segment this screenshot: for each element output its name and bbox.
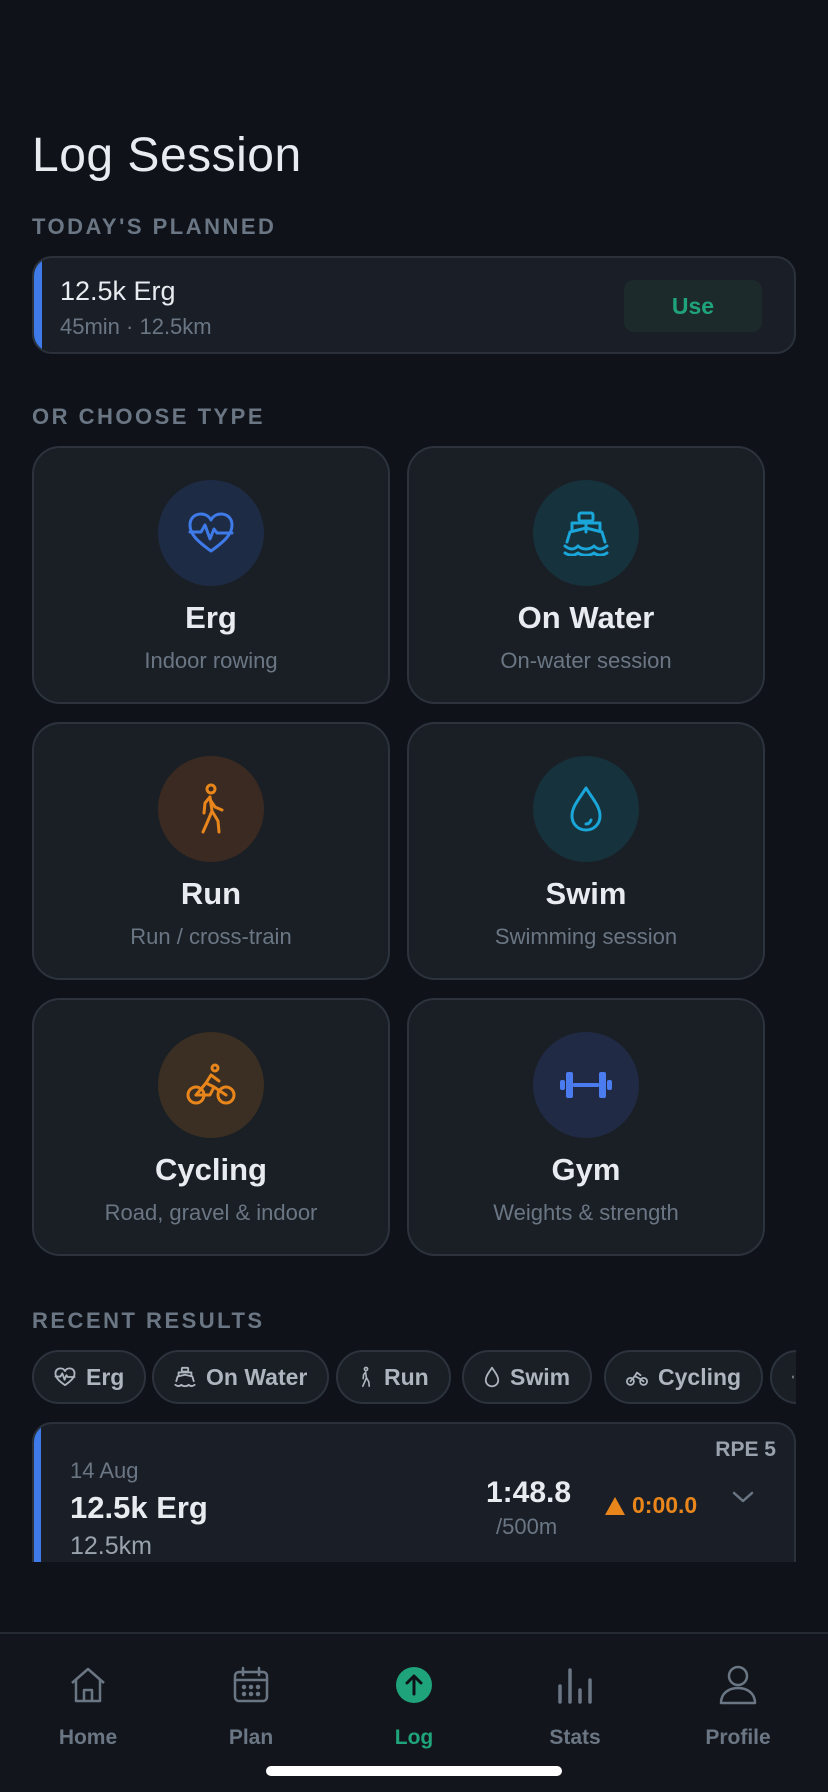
warning-triangle-icon [605,1496,625,1515]
recent-result-card[interactable]: 14 Aug 12.5k Erg 12.5km RPE 5 1:48.8 /50… [32,1422,796,1562]
water-drop-icon [533,756,639,862]
type-card-gym[interactable]: Gym Weights & strength [407,998,765,1256]
result-date: 14 Aug [70,1458,139,1483]
nav-label: Home [58,1726,118,1749]
water-drop-icon [484,1366,500,1388]
calendar-icon [191,1658,311,1712]
bicycle-icon [158,1032,264,1138]
result-split: 1:48.8 [486,1476,572,1509]
planned-session-card[interactable]: 12.5k Erg 45min · 12.5km Use [32,256,796,354]
home-icon [28,1658,148,1712]
type-card-on-water[interactable]: On Water On-water session [407,446,765,704]
type-desc: Weights & strength [493,1200,679,1225]
walking-person-icon [158,756,264,862]
bicycle-icon [626,1371,648,1386]
filter-chip-label: Erg [86,1363,125,1390]
filter-chip-label: On Water [206,1363,308,1390]
section-label-types: OR CHOOSE TYPE [32,404,266,429]
page-title: Log Session [32,129,302,182]
filter-chip-cycling[interactable]: Cycling [604,1350,764,1404]
filter-chip-swim[interactable]: Swim [462,1350,593,1404]
nav-label: Profile [705,1726,771,1749]
result-delta-value: 0:00.0 [632,1492,698,1518]
walking-person-icon [362,1366,370,1387]
nav-item-stats[interactable]: Stats [515,1658,635,1750]
planned-title: 12.5k Erg [60,276,176,306]
type-name: Run [180,876,242,911]
type-desc: Swimming session [494,924,678,949]
type-desc: Run / cross-train [130,924,292,949]
person-icon [678,1658,798,1712]
dumbbell-icon [792,1375,794,1379]
type-card-swim[interactable]: Swim Swimming session [407,722,765,980]
bar-chart-icon [515,1658,635,1712]
type-desc: On-water session [500,648,672,673]
type-name: Cycling [155,1152,267,1187]
result-distance: 12.5km [70,1532,152,1560]
boat-icon [533,480,639,586]
filter-chip-label: Cycling [658,1363,742,1390]
heart-pulse-icon [158,480,264,586]
result-rpe: RPE 5 [715,1438,776,1461]
nav-item-log[interactable]: Log [354,1658,474,1750]
type-name: Swim [545,876,627,911]
filter-chip-label: Run [384,1363,429,1390]
type-desc: Road, gravel & indoor [104,1200,318,1225]
section-label-planned: TODAY'S PLANNED [32,214,277,239]
dumbbell-icon [533,1032,639,1138]
planned-subtitle: 45min · 12.5km [60,314,212,339]
type-card-run[interactable]: Run Run / cross-train [32,722,390,980]
nav-item-profile[interactable]: Profile [678,1658,798,1750]
use-planned-button[interactable]: Use [624,280,762,332]
filter-chip-label: Swim [510,1363,571,1390]
heart-pulse-icon [54,1367,76,1387]
type-name: Erg [185,600,237,635]
filter-chip-run[interactable]: Run [336,1350,451,1404]
type-name: Gym [551,1152,621,1187]
result-accent-bar [34,1424,41,1562]
nav-label: Log [394,1726,434,1749]
nav-label: Stats [549,1726,601,1749]
nav-label: Plan [228,1726,274,1749]
chevron-down-icon[interactable] [732,1490,754,1509]
planned-accent-bar [34,258,42,352]
nav-item-home[interactable]: Home [28,1658,148,1750]
filter-chip-row: Erg On Water Run Swim Cycling [32,1350,796,1406]
home-indicator [266,1766,562,1776]
result-split-unit: /500m [496,1514,558,1539]
filter-chip-erg[interactable]: Erg [32,1350,147,1404]
nav-item-plan[interactable]: Plan [191,1658,311,1750]
result-title: 12.5k Erg [70,1490,208,1525]
type-card-erg[interactable]: Erg Indoor rowing [32,446,390,704]
boat-icon [174,1366,196,1388]
filter-chip-more[interactable] [770,1350,796,1404]
section-label-recent: RECENT RESULTS [32,1308,265,1333]
filter-chip-on-water[interactable]: On Water [152,1350,330,1404]
upload-circle-icon [354,1658,474,1712]
type-card-cycling[interactable]: Cycling Road, gravel & indoor [32,998,390,1256]
result-delta: 0:00.0 [604,1492,697,1519]
type-desc: Indoor rowing [144,648,278,673]
type-name: On Water [517,600,655,635]
